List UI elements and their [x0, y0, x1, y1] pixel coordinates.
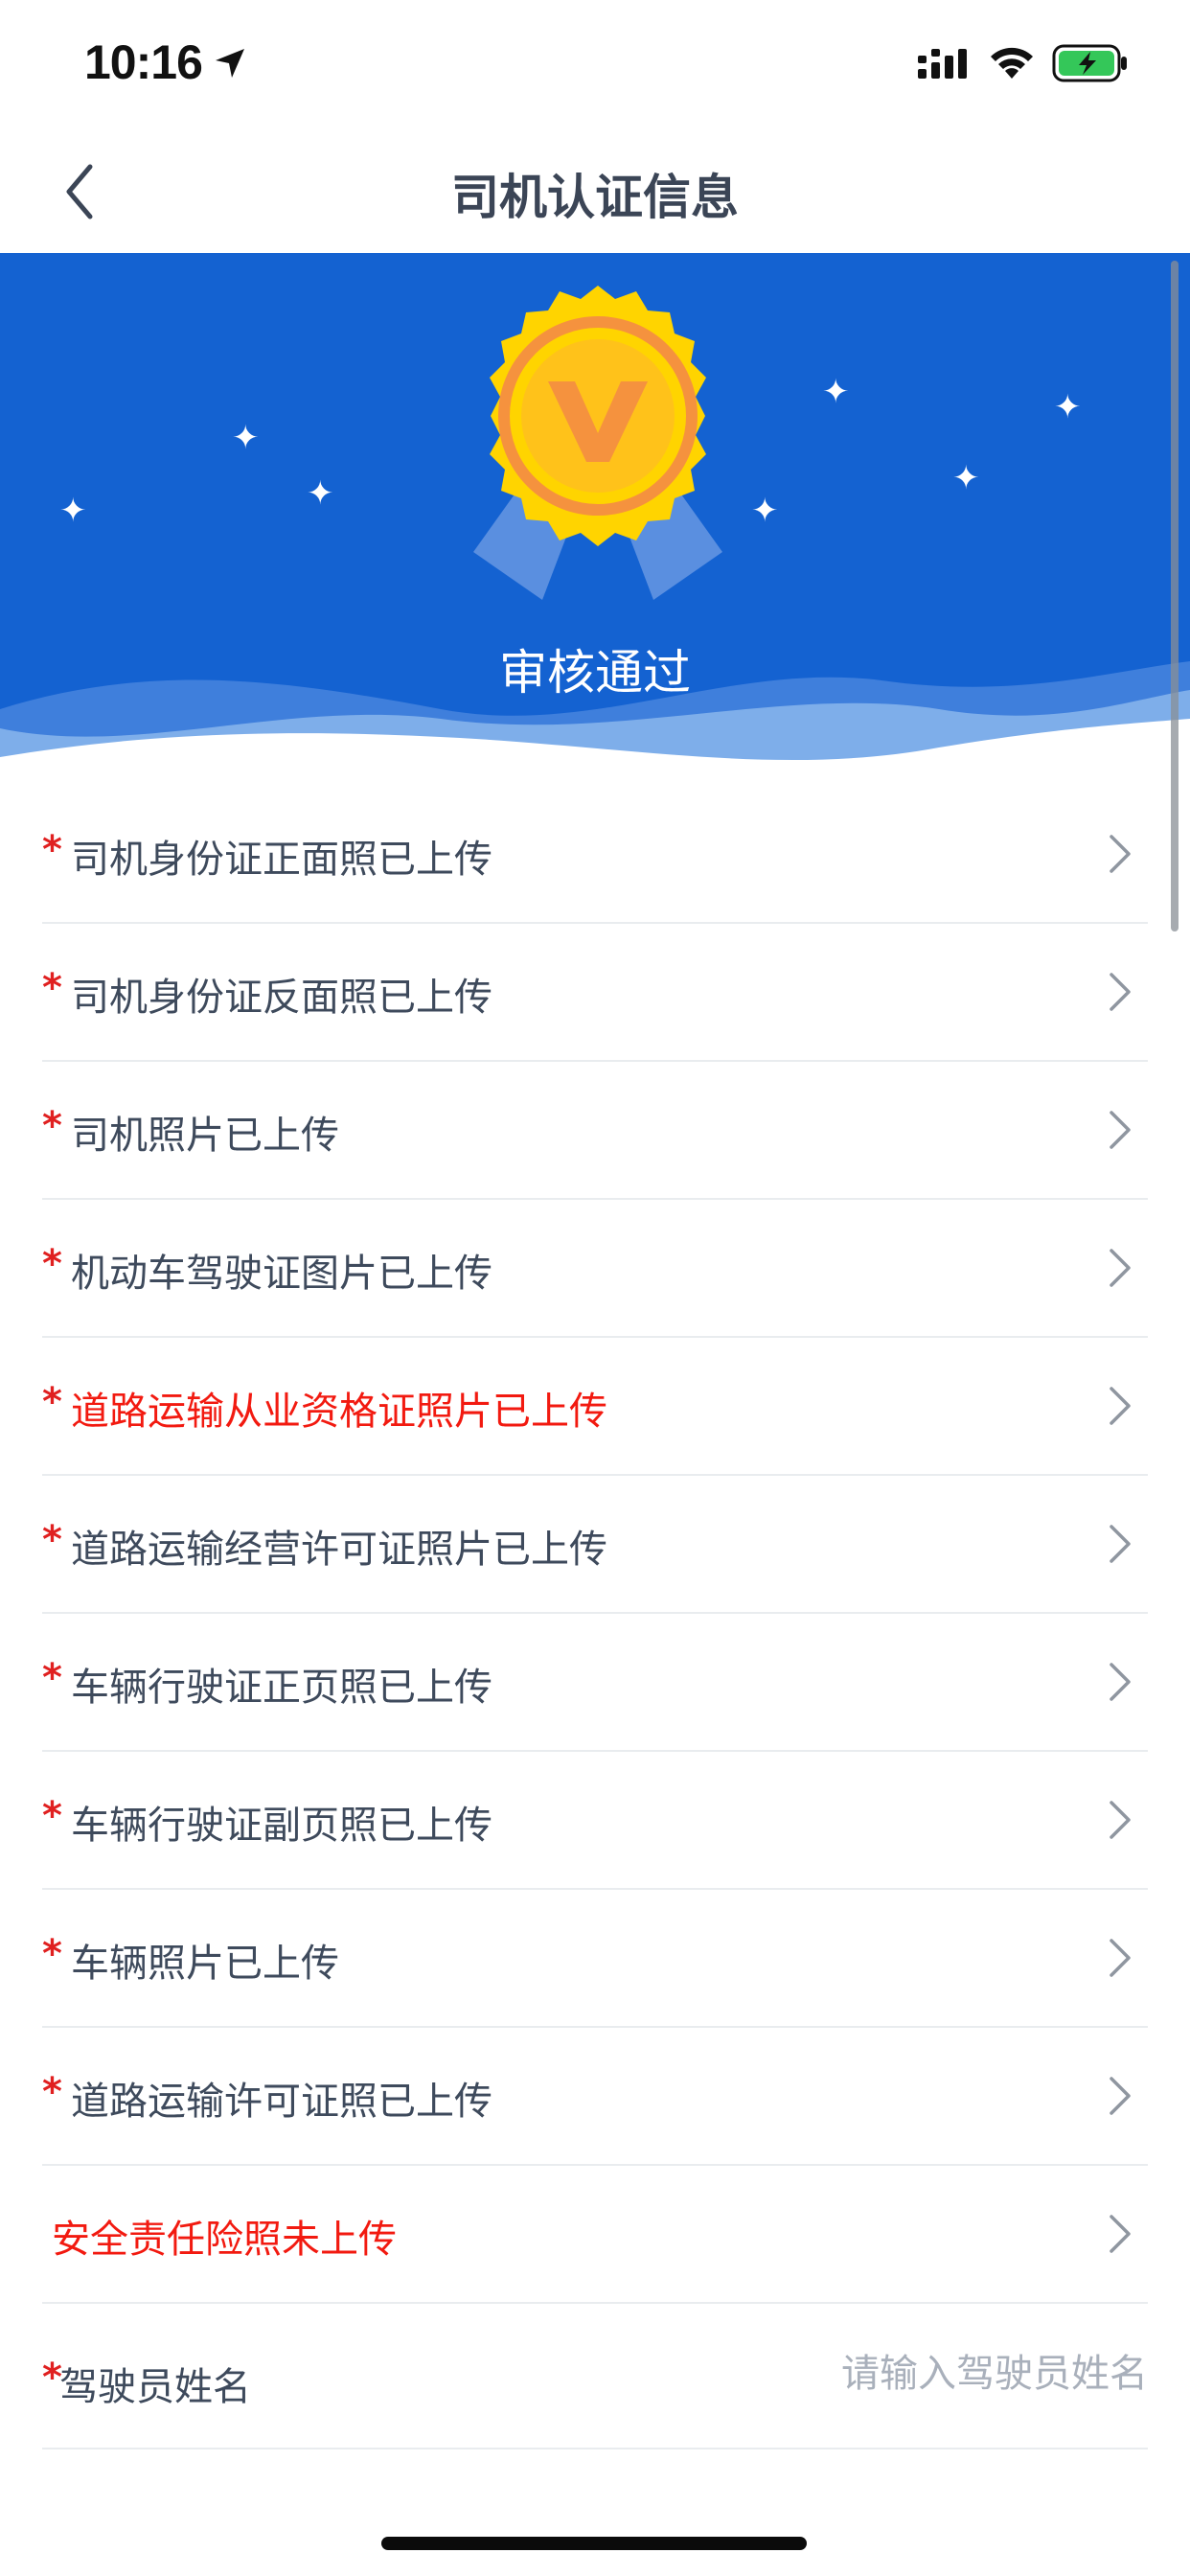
chevron-right-icon [1110, 1249, 1131, 1287]
list-item-label: 车辆行驶证正页照已上传 [71, 1666, 492, 1710]
chevron-right-icon [1110, 973, 1131, 1011]
status-bar: 10:16 [0, 0, 1190, 126]
required-asterisk: * [42, 966, 62, 1010]
approval-banner: ✦ ✦ ✦ ✦ ✦ ✦ ✦ 审核通过 [0, 253, 1190, 786]
wifi-icon [991, 47, 1033, 79]
status-time: 10:16 [84, 35, 203, 89]
certification-list: * 司机身份证正面照已上传 * 司机身份证反面照已上传 * 司机照片已上传 * … [0, 786, 1190, 2450]
sparkle-star-icon: ✦ [751, 492, 779, 530]
wave-decoration [0, 661, 1190, 786]
navigation-bar: 司机认证信息 [0, 126, 1190, 253]
chevron-right-icon [1110, 2215, 1131, 2253]
list-item-vehicle-license-back[interactable]: * 车辆行驶证副页照已上传 [42, 1752, 1148, 1890]
list-item-label: 司机身份证正面照已上传 [71, 838, 492, 882]
chevron-right-icon [1110, 2077, 1131, 2115]
list-item-label: 道路运输许可证照已上传 [71, 2080, 492, 2124]
medal-badge-icon [473, 286, 722, 600]
chevron-right-icon [1110, 1801, 1131, 1839]
chevron-right-icon [1110, 1387, 1131, 1425]
list-item-label: 车辆照片已上传 [71, 1942, 339, 1986]
page-title: 司机认证信息 [451, 170, 739, 225]
list-item-label: 机动车驾驶证图片已上传 [71, 1252, 492, 1296]
list-item-label: 车辆行驶证副页照已上传 [71, 1804, 492, 1848]
required-asterisk: * [42, 1656, 62, 1700]
list-item-operating-permit[interactable]: * 道路运输经营许可证照片已上传 [42, 1476, 1148, 1614]
chevron-right-icon [1110, 1525, 1131, 1563]
required-asterisk: * [42, 1932, 62, 1976]
sparkle-star-icon: ✦ [952, 459, 980, 497]
list-item-driver-id-front[interactable]: * 司机身份证正面照已上传 [42, 786, 1148, 924]
list-item-vehicle-license-front[interactable]: * 车辆行驶证正页照已上传 [42, 1614, 1148, 1752]
sparkle-star-icon: ✦ [232, 419, 260, 457]
list-item-driver-id-back[interactable]: * 司机身份证反面照已上传 [42, 924, 1148, 1062]
list-item-label: 安全责任险照未上传 [52, 2218, 397, 2262]
required-asterisk: * [42, 1518, 62, 1562]
chevron-right-icon [1110, 1939, 1131, 1977]
required-asterisk: * [42, 1794, 62, 1838]
required-asterisk: * [42, 2070, 62, 2114]
location-arrow-icon [216, 49, 244, 78]
sparkle-star-icon: ✦ [822, 373, 850, 411]
chevron-right-icon [1110, 1111, 1131, 1149]
chevron-right-icon [1110, 835, 1131, 873]
chevron-right-icon [1110, 1663, 1131, 1701]
list-item-transport-permit[interactable]: * 道路运输许可证照已上传 [42, 2028, 1148, 2166]
required-asterisk: * [42, 1242, 62, 1286]
list-item-label: 司机身份证反面照已上传 [71, 976, 492, 1020]
battery-charging-icon [1052, 44, 1127, 82]
driver-name-input[interactable] [650, 2352, 1148, 2396]
list-item-driving-license[interactable]: * 机动车驾驶证图片已上传 [42, 1200, 1148, 1338]
sparkle-star-icon: ✦ [59, 492, 87, 530]
list-item-label: 道路运输经营许可证照片已上传 [71, 1528, 607, 1572]
list-item-liability-insurance[interactable]: 安全责任险照未上传 [42, 2166, 1148, 2304]
sparkle-star-icon: ✦ [307, 474, 334, 513]
list-item-label: 道路运输从业资格证照片已上传 [71, 1390, 607, 1434]
required-asterisk: * [42, 1104, 62, 1148]
cellular-signal-icon [918, 49, 967, 79]
sparkle-star-icon: ✦ [1054, 388, 1082, 426]
required-asterisk: * [42, 1380, 62, 1424]
list-item-qualification-certificate[interactable]: * 道路运输从业资格证照片已上传 [42, 1338, 1148, 1476]
home-indicator[interactable] [381, 2537, 807, 2550]
driver-name-row: * 驾驶员姓名 [42, 2304, 1148, 2450]
list-item-vehicle-photo[interactable]: * 车辆照片已上传 [42, 1890, 1148, 2028]
required-asterisk: * [42, 828, 62, 872]
list-item-label: 司机照片已上传 [71, 1114, 339, 1158]
driver-name-label: 驾驶员姓名 [59, 2365, 251, 2409]
list-item-driver-photo[interactable]: * 司机照片已上传 [42, 1062, 1148, 1200]
